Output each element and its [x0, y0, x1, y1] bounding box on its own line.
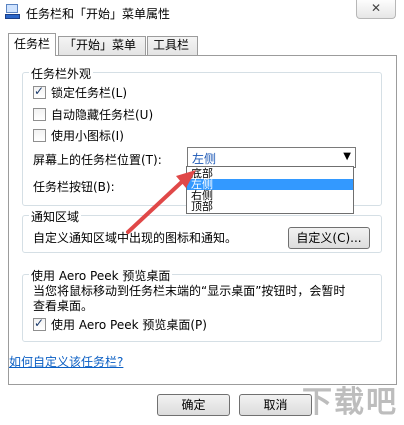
- checkbox-box[interactable]: ✓: [33, 315, 46, 331]
- selected-value: 左侧: [192, 152, 217, 166]
- window-title: 任务栏和「开始」菜单属性: [26, 7, 171, 21]
- aero-peek-description-line2: 查看桌面。: [33, 299, 94, 313]
- taskbar-position-dropdown-list: 底部 左侧 右侧 顶部: [186, 166, 354, 214]
- help-customize-taskbar-link[interactable]: 如何自定义该任务栏?: [9, 353, 123, 370]
- customize-notifications-button[interactable]: 自定义(C)...: [288, 227, 370, 249]
- taskbar-properties-icon: [4, 3, 21, 20]
- checkbox-box[interactable]: [33, 128, 46, 142]
- group-label: 任务栏外观: [29, 65, 94, 82]
- small-icons-checkbox[interactable]: 使用小图标(I): [33, 127, 124, 143]
- tab-panel: 任务栏外观 ✓ 锁定任务栏(L) 自动隐藏任务栏(U) 使用小图标(I) 屏幕上…: [8, 55, 397, 385]
- checkbox-label: 锁定任务栏(L): [51, 85, 128, 100]
- checkbox-label: 自动隐藏任务栏(U): [51, 107, 154, 122]
- tab-toolbars[interactable]: 工具栏: [147, 36, 198, 55]
- checkbox-box[interactable]: [33, 107, 46, 121]
- title-bar: 任务栏和「开始」菜单属性 ✕: [0, 0, 404, 26]
- autohide-taskbar-checkbox[interactable]: 自动隐藏任务栏(U): [33, 106, 153, 122]
- checkbox-box[interactable]: ✓: [33, 83, 46, 99]
- checkmark-icon: ✓: [34, 83, 45, 98]
- taskbar-position-select[interactable]: 左侧 ▼: [187, 147, 356, 168]
- tab-taskbar[interactable]: 任务栏: [8, 33, 56, 56]
- checkmark-icon: ✓: [34, 315, 45, 330]
- watermark-logo: 下载吧: [302, 377, 398, 421]
- taskbar-position-label: 屏幕上的任务栏位置(T):: [33, 153, 162, 167]
- aero-peek-checkbox[interactable]: ✓ 使用 Aero Peek 预览桌面(P): [33, 316, 207, 332]
- taskbar-buttons-label: 任务栏按钮(B):: [33, 180, 115, 194]
- chevron-down-icon: ▼: [343, 151, 351, 162]
- option-top[interactable]: 顶部: [187, 201, 353, 212]
- group-label: 通知区域: [29, 208, 82, 225]
- checkbox-label: 使用 Aero Peek 预览桌面(P): [51, 317, 207, 332]
- close-button[interactable]: ✕: [356, 0, 396, 19]
- tab-start-menu[interactable]: 「开始」菜单: [58, 36, 146, 55]
- ok-button[interactable]: 确定: [157, 394, 230, 416]
- checkbox-label: 使用小图标(I): [51, 128, 124, 143]
- watermark-text: 下载吧: [302, 385, 398, 420]
- lock-taskbar-checkbox[interactable]: ✓ 锁定任务栏(L): [33, 84, 127, 100]
- notification-description: 自定义通知区域中出现的图标和通知。: [33, 231, 238, 245]
